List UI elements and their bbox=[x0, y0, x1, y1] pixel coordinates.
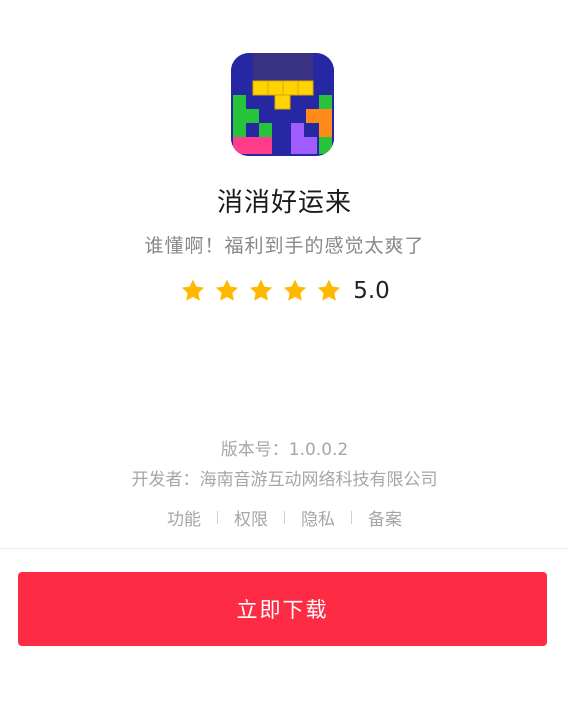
star-icon bbox=[318, 279, 341, 301]
link-separator bbox=[284, 511, 285, 524]
star-icon bbox=[250, 279, 273, 301]
info-links: 功能 权限 隐私 备案 bbox=[0, 505, 569, 530]
rating-value: 5.0 bbox=[353, 278, 390, 304]
developer-name: 开发者：海南音游互动网络科技有限公司 bbox=[131, 470, 438, 490]
star-icon bbox=[216, 279, 239, 301]
star-icon bbox=[182, 279, 205, 301]
tetris-blocks-icon bbox=[231, 53, 334, 156]
link-separator bbox=[351, 511, 352, 524]
app-icon bbox=[231, 53, 334, 156]
link-separator bbox=[217, 511, 218, 524]
link-filing[interactable]: 备案 bbox=[368, 505, 402, 530]
rating-row: 5.0 bbox=[0, 277, 569, 305]
download-button[interactable]: 立即下载 bbox=[18, 572, 547, 646]
app-name: 消消好运来 bbox=[216, 188, 352, 218]
divider bbox=[0, 548, 569, 549]
link-permissions[interactable]: 权限 bbox=[234, 505, 268, 530]
app-slogan: 谁懂啊！福利到手的感觉太爽了 bbox=[144, 235, 425, 257]
link-privacy[interactable]: 隐私 bbox=[301, 505, 335, 530]
star-icon bbox=[284, 279, 307, 301]
version-number: 版本号：1.0.0.2 bbox=[220, 440, 349, 460]
link-features[interactable]: 功能 bbox=[167, 505, 201, 530]
